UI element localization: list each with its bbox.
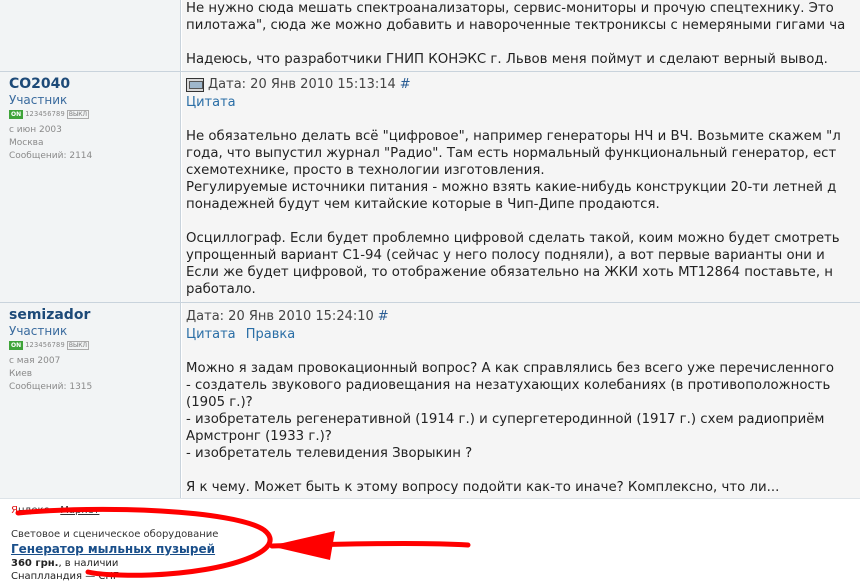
text-line: Армстронг (1933 г.)?: [186, 429, 332, 444]
text-line: Не нужно сюда мешать спектроанализаторы,…: [186, 1, 834, 16]
post-body: Дата: 20 Янв 2010 15:13:14 # Цитата Не о…: [182, 72, 860, 303]
rating-off-box: ВЫКЛ: [66, 340, 90, 350]
ad-header: Яндекс Маркет: [11, 505, 860, 517]
rating-off-box: ВЫКЛ: [66, 109, 90, 119]
online-badge: ON: [9, 109, 24, 119]
text-line: Можно я задам провокационный вопрос? А к…: [186, 361, 834, 376]
text-line: Осциллограф. Если будет проблемно цифров…: [186, 231, 840, 246]
text-line: Я к чему. Может быть к этому вопросу под…: [186, 480, 780, 495]
quote-link[interactable]: Цитата: [186, 95, 236, 110]
author-name-link[interactable]: semizador: [9, 307, 180, 323]
text-line: Не обязательно делать всё "цифровое", на…: [186, 129, 841, 144]
yandex-logo-rest: ндекс: [17, 505, 50, 516]
post-body: Дата: 20 Янв 2010 15:24:10 # Цитата Прав…: [182, 303, 860, 498]
member-since: с мая 2007: [9, 356, 61, 366]
text-line: [186, 213, 860, 230]
author-column: [0, 0, 181, 71]
text-line: [186, 343, 860, 360]
rating-bar: ON 123456789 ВЫКЛ: [9, 109, 180, 119]
message-count: Сообщений: 1315: [9, 382, 93, 392]
yandex-market-ad: Яндекс Маркет Световое и сценическое обо…: [0, 498, 860, 588]
post-text: Не нужно сюда мешать спектроанализаторы,…: [186, 0, 860, 68]
author-role: Участник: [9, 93, 68, 107]
author-role: Участник: [9, 324, 68, 338]
edit-link[interactable]: Правка: [246, 327, 295, 342]
ad-title-link[interactable]: Генератор мыльных пузырей: [11, 541, 860, 557]
post-date: Дата: 20 Янв 2010 15:24:10: [186, 309, 374, 324]
rating-bar: ON 123456789 ВЫКЛ: [9, 340, 180, 350]
text-line: (1905 г.)?: [186, 395, 253, 410]
quote-link[interactable]: Цитата: [186, 327, 236, 342]
post-top-partial: Не нужно сюда мешать спектроанализаторы,…: [0, 0, 860, 71]
rating-scale: 123456789: [25, 110, 65, 118]
text-line: Надеюсь, что разработчики ГНИП КОНЭКС г.…: [186, 52, 828, 67]
price-value: 360 грн.: [11, 558, 59, 569]
post-body: Не нужно сюда мешать спектроанализаторы,…: [182, 0, 860, 71]
post-text: Можно я задам провокационный вопрос? А к…: [186, 343, 860, 496]
post-date: Дата: 20 Янв 2010 15:13:14: [208, 77, 396, 92]
message-count: Сообщений: 2114: [9, 151, 93, 161]
text-line: пилотажа", сюда же можно добавить и наво…: [186, 18, 846, 33]
text-line: [186, 111, 860, 128]
text-line: - изобретатель регенеративной (1914 г.) …: [186, 412, 825, 427]
post-permalink[interactable]: #: [400, 76, 411, 94]
ad-shop: Снаплландия — СНГ: [11, 571, 120, 582]
yandex-logo-letter: Я: [11, 505, 18, 516]
post-co2040: CO2040 Участник ON 123456789 ВЫКЛ с июн …: [0, 71, 860, 303]
yandex-link[interactable]: Яндекс: [11, 505, 49, 516]
text-line: схемотехнике, просто в технологии изгото…: [186, 163, 545, 178]
ad-price: 360 грн., в наличии: [11, 557, 860, 570]
ad-category: Световое и сценическое оборудование: [11, 529, 219, 540]
text-line: [186, 462, 860, 479]
text-line: года, что выпустил журнал "Радио". Там е…: [186, 146, 837, 161]
post-actions: Цитата Правка: [186, 326, 860, 343]
text-line: - создатель звукового радиовещания на не…: [186, 378, 831, 393]
text-line: упрощенный вариант С1-94 (сейчас у него …: [186, 248, 825, 263]
availability: , в наличии: [58, 558, 119, 569]
computer-icon: [186, 78, 204, 92]
member-city: Киев: [9, 369, 33, 379]
post-header: Дата: 20 Янв 2010 15:24:10 #: [186, 308, 860, 326]
rating-scale: 123456789: [25, 341, 65, 349]
online-badge: ON: [9, 340, 24, 350]
text-line: работало.: [186, 282, 256, 297]
post-text: Не обязательно делать всё "цифровое", на…: [186, 111, 860, 298]
author-name-link[interactable]: CO2040: [9, 76, 180, 92]
author-meta: с июн 2003 Москва Сообщений: 2114: [9, 124, 180, 163]
author-column: semizador Участник ON 123456789 ВЫКЛ с м…: [0, 303, 181, 498]
text-line: понадежней будут чем китайские которые в…: [186, 197, 660, 212]
text-line: Если же будет цифровой, то отображение о…: [186, 265, 833, 280]
post-permalink[interactable]: #: [378, 308, 389, 326]
post-header: Дата: 20 Янв 2010 15:13:14 #: [186, 76, 860, 94]
author-meta: с мая 2007 Киев Сообщений: 1315: [9, 355, 180, 394]
author-column: CO2040 Участник ON 123456789 ВЫКЛ с июн …: [0, 72, 181, 303]
text-line: [186, 34, 860, 51]
text-line: - изобретатель телевидения Зворыкин ?: [186, 446, 473, 461]
market-link[interactable]: Маркет: [60, 505, 99, 516]
post-semizador: semizador Участник ON 123456789 ВЫКЛ с м…: [0, 302, 860, 498]
post-actions: Цитата: [186, 94, 860, 111]
text-line: Регулируемые источники питания - можно в…: [186, 180, 837, 195]
member-since: с июн 2003: [9, 125, 62, 135]
member-city: Москва: [9, 138, 44, 148]
